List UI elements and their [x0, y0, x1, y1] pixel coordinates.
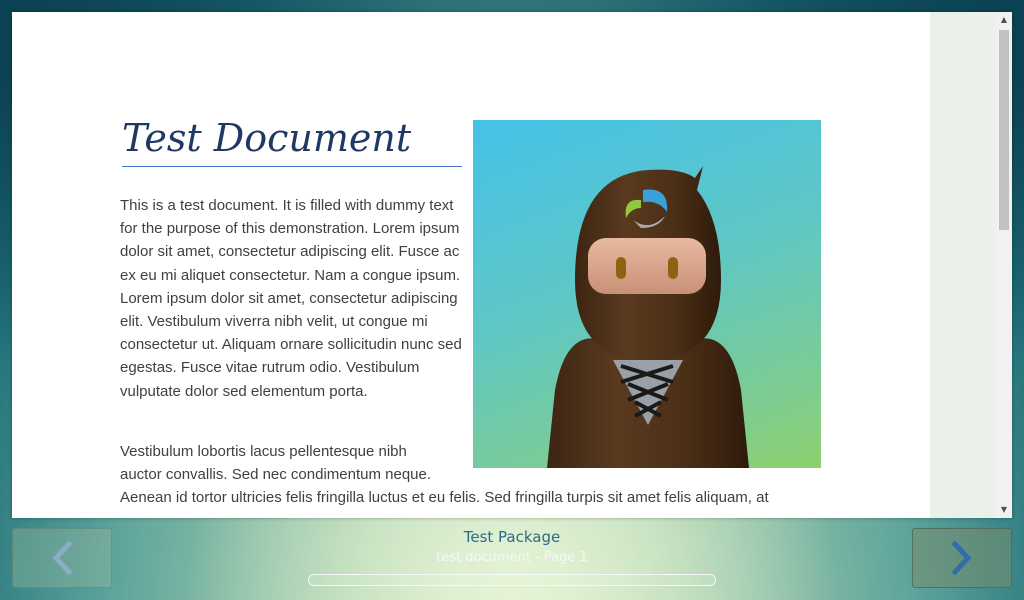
chevron-right-icon	[951, 541, 972, 575]
ninja-mascot-image	[473, 120, 821, 468]
progress-bar	[308, 574, 716, 586]
scroll-up-icon[interactable]: ▲	[996, 12, 1012, 28]
document-page: Test Document This is a test document. I…	[12, 12, 930, 518]
page-label: test document - Page 1	[436, 550, 588, 565]
next-button[interactable]	[912, 528, 1012, 588]
paragraph-2-rest: Aenean id tortor ultricies felis fringil…	[120, 489, 769, 507]
chevron-left-icon	[52, 541, 73, 575]
ninja-mascot-illustration	[547, 166, 749, 468]
body-paragraph: This is a test document. It is filled wi…	[120, 197, 462, 400]
footer-bar: Test Package test document - Page 1	[0, 518, 1024, 600]
document-viewer: Test Document This is a test document. I…	[12, 12, 1012, 518]
package-title: Test Package	[463, 528, 561, 546]
scroll-down-icon[interactable]: ▼	[996, 502, 1012, 518]
scroll-thumb[interactable]	[999, 30, 1009, 230]
paragraph-2-start: Vestibulum lobortis lacus pellentesque n…	[120, 443, 432, 484]
side-panel	[930, 12, 996, 518]
document-title: Test Document	[122, 116, 462, 167]
previous-button[interactable]	[12, 528, 112, 588]
vertical-scrollbar[interactable]: ▲ ▼	[996, 12, 1012, 518]
